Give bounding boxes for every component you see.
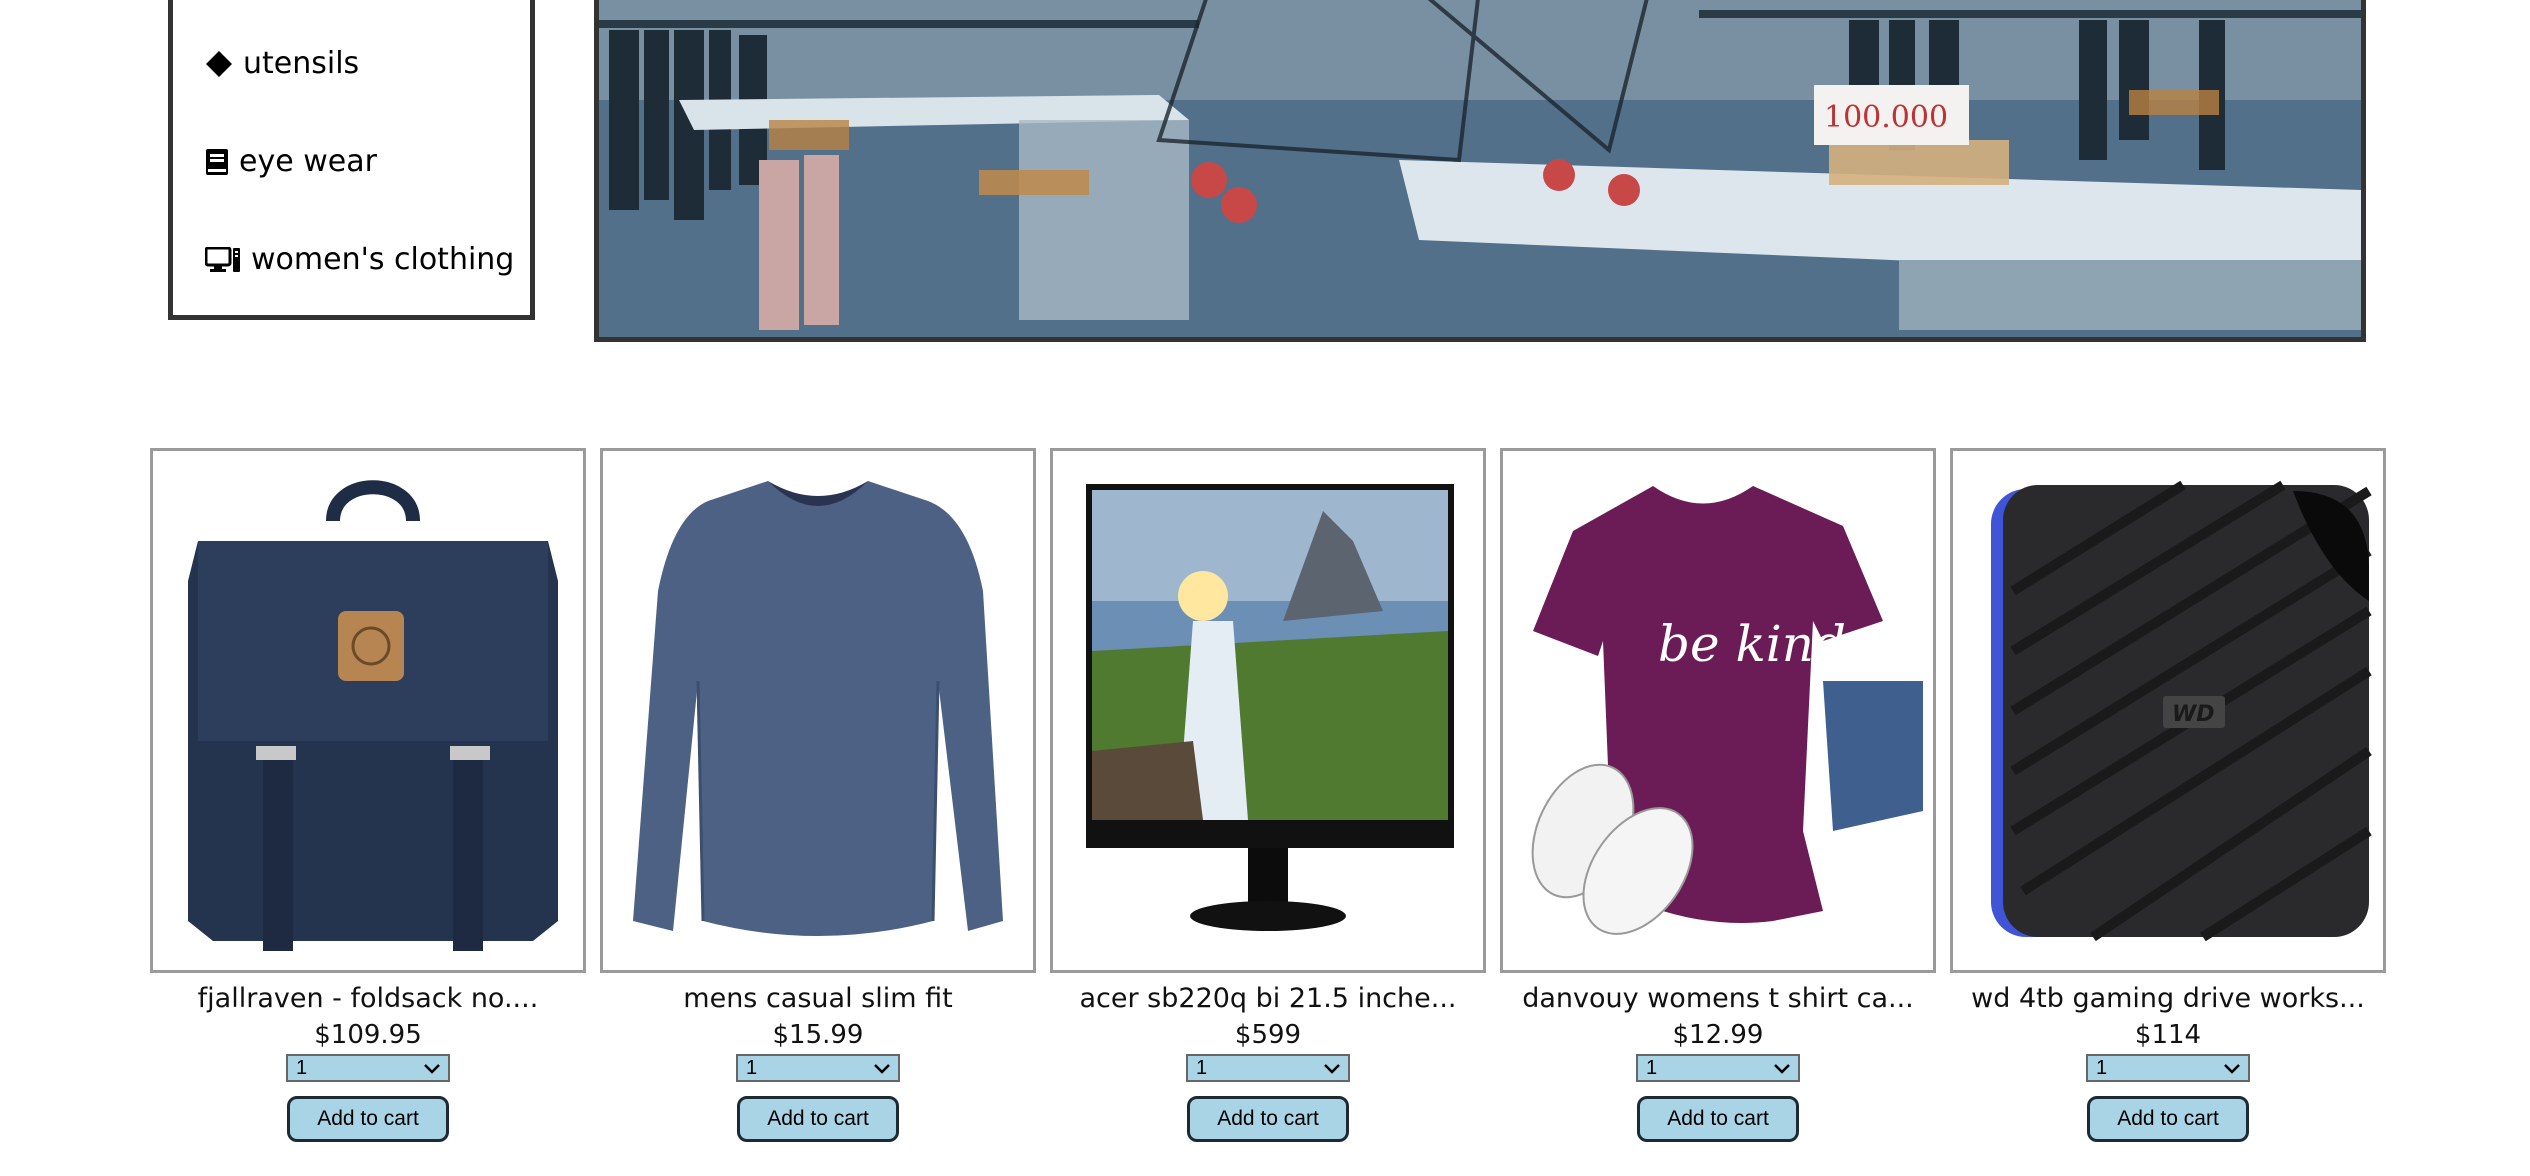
add-to-cart-button[interactable]: Add to cart bbox=[737, 1096, 899, 1142]
quantity-select[interactable]: 1 bbox=[286, 1054, 450, 1082]
quantity-select[interactable]: 1 bbox=[1636, 1054, 1800, 1082]
product-card: acer sb220q bi 21.5 inche... $599 1 Add … bbox=[1050, 448, 1486, 1142]
product-image[interactable]: be kind bbox=[1500, 448, 1936, 973]
add-to-cart-button[interactable]: Add to cart bbox=[2087, 1096, 2249, 1142]
quantity-select[interactable]: 1 bbox=[736, 1054, 900, 1082]
desktop-icon bbox=[205, 246, 241, 273]
product-card: WD wd 4tb gaming drive works... $114 1 A… bbox=[1950, 448, 2386, 1142]
product-card: fjallraven - foldsack no.... $109.95 1 A… bbox=[150, 448, 586, 1142]
category-sidebar: utensils eye wear women's clothing bbox=[168, 0, 535, 320]
quantity-value: 1 bbox=[296, 1056, 308, 1079]
quantity-value: 1 bbox=[746, 1056, 758, 1079]
quantity-select[interactable]: 1 bbox=[1186, 1054, 1350, 1082]
product-price: $599 bbox=[1234, 1020, 1302, 1050]
product-card: mens casual slim fit $15.99 1 Add to car… bbox=[600, 448, 1036, 1142]
product-price: $114 bbox=[2134, 1020, 2202, 1050]
chevron-down-icon bbox=[1774, 1057, 1790, 1080]
long-sleeve-shirt-image bbox=[603, 451, 1033, 970]
chevron-down-icon bbox=[424, 1057, 440, 1080]
wd-logo-text: WD bbox=[2172, 702, 2215, 727]
product-price: $109.95 bbox=[314, 1020, 422, 1050]
category-label: eye wear bbox=[239, 144, 377, 179]
chevron-down-icon bbox=[874, 1057, 890, 1080]
hero-banner: 100.000 bbox=[594, 0, 2366, 342]
quantity-value: 1 bbox=[1196, 1056, 1208, 1079]
hard-drive-image: WD bbox=[1953, 451, 2383, 970]
product-image[interactable] bbox=[1050, 448, 1486, 973]
quantity-value: 1 bbox=[1646, 1056, 1658, 1079]
product-image[interactable] bbox=[150, 448, 586, 973]
category-item-eye-wear[interactable]: eye wear bbox=[205, 144, 377, 179]
product-price: $15.99 bbox=[772, 1020, 864, 1050]
quantity-select[interactable]: 1 bbox=[2086, 1054, 2250, 1082]
chevron-down-icon bbox=[2224, 1057, 2240, 1080]
category-item-womens-clothing[interactable]: women's clothing bbox=[205, 242, 514, 277]
quantity-value: 1 bbox=[2096, 1056, 2108, 1079]
price-sign-text: 100.000 bbox=[1824, 100, 1948, 135]
chevron-down-icon bbox=[1324, 1057, 1340, 1080]
monitor-image bbox=[1053, 451, 1483, 970]
product-title[interactable]: mens casual slim fit bbox=[600, 983, 1036, 1014]
product-title[interactable]: acer sb220q bi 21.5 inche... bbox=[1050, 983, 1486, 1014]
store-interior-image: 100.000 bbox=[599, 0, 2361, 337]
add-to-cart-button[interactable]: Add to cart bbox=[1637, 1096, 1799, 1142]
book-icon bbox=[205, 148, 229, 176]
add-to-cart-button[interactable]: Add to cart bbox=[1187, 1096, 1349, 1142]
product-image[interactable]: WD bbox=[1950, 448, 2386, 973]
product-title[interactable]: wd 4tb gaming drive works... bbox=[1950, 983, 2386, 1014]
product-title[interactable]: danvouy womens t shirt ca... bbox=[1500, 983, 1936, 1014]
purple-t-shirt-image: be kind bbox=[1503, 451, 1933, 970]
shirt-text: be kind bbox=[1658, 615, 1846, 673]
product-title[interactable]: fjallraven - foldsack no.... bbox=[150, 983, 586, 1014]
product-price: $12.99 bbox=[1672, 1020, 1764, 1050]
diamond-icon bbox=[205, 50, 233, 78]
category-label: women's clothing bbox=[251, 242, 515, 277]
add-to-cart-button[interactable]: Add to cart bbox=[287, 1096, 449, 1142]
product-image[interactable] bbox=[600, 448, 1036, 973]
category-label: utensils bbox=[243, 46, 360, 81]
category-item-utensils[interactable]: utensils bbox=[205, 46, 359, 81]
product-card: be kind danvouy womens t shirt ca... $12… bbox=[1500, 448, 1936, 1142]
backpack-image bbox=[153, 451, 583, 970]
